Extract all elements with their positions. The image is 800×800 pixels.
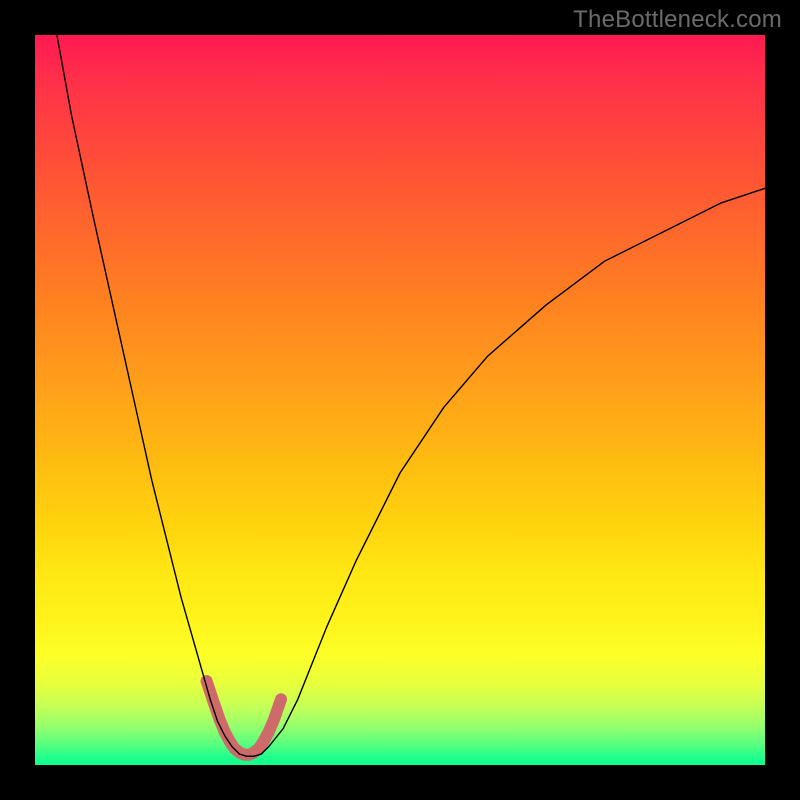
plot-area bbox=[35, 35, 765, 765]
watermark-text: TheBottleneck.com bbox=[573, 6, 782, 34]
bottleneck-curve bbox=[57, 35, 765, 756]
chart-frame: TheBottleneck.com bbox=[0, 0, 800, 800]
chart-svg bbox=[35, 35, 765, 765]
valley-highlight bbox=[207, 681, 281, 755]
